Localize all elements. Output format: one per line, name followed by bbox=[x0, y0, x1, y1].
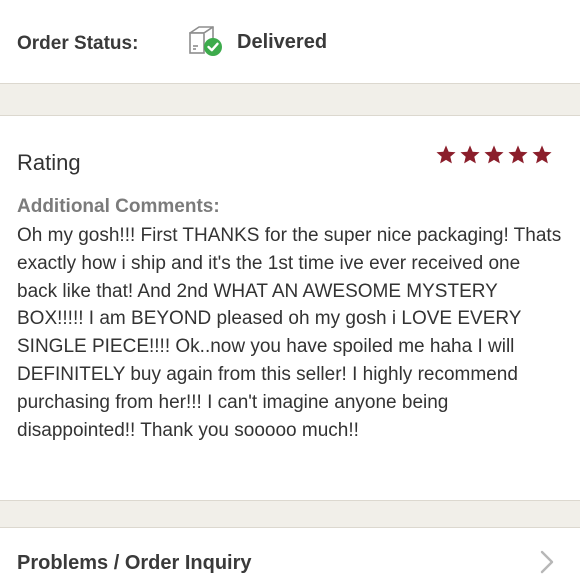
review-comment: Oh my gosh!!! First THANKS for the super… bbox=[17, 225, 562, 441]
check-badge bbox=[204, 38, 222, 56]
star-icon bbox=[460, 145, 480, 164]
order-status-value: Delivered bbox=[237, 31, 328, 53]
order-inquiry-label: Problems / Order Inquiry bbox=[17, 552, 252, 574]
chevron-right-icon bbox=[540, 550, 554, 574]
order-inquiry-row[interactable]: Problems / Order Inquiry bbox=[0, 527, 580, 580]
package-delivered-icon bbox=[189, 26, 222, 56]
order-status-section: Order Status: Delivered bbox=[0, 0, 580, 84]
rating-title: Rating bbox=[17, 150, 81, 175]
star-icon bbox=[508, 145, 528, 164]
star-icon bbox=[532, 145, 552, 164]
star-icon bbox=[484, 145, 504, 164]
order-status-label: Order Status: bbox=[17, 33, 139, 54]
star-icon bbox=[436, 145, 456, 164]
order-detail-screen: Order Status: Delivered Rating Additiona… bbox=[0, 0, 580, 580]
additional-comments-label: Additional Comments: bbox=[17, 196, 220, 217]
star-rating bbox=[435, 144, 553, 168]
rating-section: Rating Additional Comments: Oh my gosh!!… bbox=[0, 115, 580, 501]
